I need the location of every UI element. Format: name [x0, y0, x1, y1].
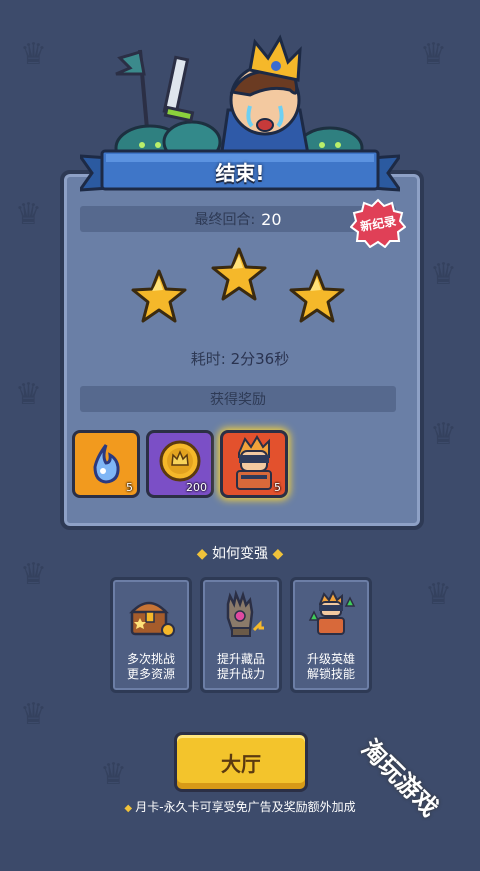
reward-item-hero[interactable]: 5 [220, 430, 288, 498]
tip-challenge-more[interactable]: 多次挑战 更多资源 [110, 577, 192, 693]
reward-count: 200 [186, 481, 207, 494]
crown-pattern-icon: ♛ [15, 197, 42, 232]
new-record-badge: 新纪录 [350, 198, 406, 248]
tip-line: 提升战力 [216, 667, 265, 681]
diamond-icon: ◆ [124, 803, 136, 814]
time-label: 耗时: [190, 350, 226, 368]
tip-upgrade-collection[interactable]: 提升藏品 提升战力 [200, 577, 282, 693]
defeated-king-illustration [114, 34, 364, 165]
result-title: 结束! [215, 160, 265, 185]
tip-upgrade-hero[interactable]: 升级英雄 解锁技能 [290, 577, 372, 693]
crown-pattern-icon: ♛ [20, 697, 47, 732]
tip-line: 解锁技能 [306, 667, 355, 681]
reward-item-soul[interactable]: 5 [72, 430, 140, 498]
star-icon [131, 269, 187, 323]
how-to-strengthen-label: 如何变强 [212, 546, 268, 562]
hero-upgrade-icon [308, 590, 356, 635]
crown-pattern-icon: ♛ [430, 417, 457, 452]
lobby-button[interactable]: 大厅 [174, 732, 308, 792]
rewards-header: 获得奖励 [80, 386, 396, 412]
tip-text: 提升藏品 提升战力 [203, 652, 279, 682]
how-to-strengthen-title: ◆ 如何变强 ◆ [0, 543, 480, 563]
tip-text: 升级英雄 解锁技能 [293, 652, 369, 682]
reward-count: 5 [274, 481, 281, 494]
crown-pattern-icon: ♛ [20, 557, 47, 592]
diamond-icon: ◆ [268, 546, 284, 562]
crown-pattern-icon: ♛ [420, 37, 447, 72]
final-round-label: 最终回合: [194, 212, 256, 228]
reward-item-coin[interactable]: 200 [146, 430, 214, 498]
time-value: 2分36秒 [230, 350, 290, 368]
crown-pattern-icon: ♛ [100, 757, 127, 792]
tip-line: 多次挑战 [126, 652, 175, 666]
new-record-text: 新纪录 [359, 213, 398, 234]
crown-pattern-icon: ♛ [430, 257, 457, 292]
crown-pattern-icon: ♛ [15, 377, 42, 412]
gauntlet-icon [226, 590, 264, 637]
tip-line: 提升藏品 [216, 652, 265, 666]
reward-count: 5 [126, 481, 133, 494]
star-icon [289, 269, 345, 323]
final-round-value: 20 [261, 209, 282, 229]
tip-line: 升级英雄 [306, 652, 355, 666]
title-banner-text-wrap: 结束! [80, 148, 400, 194]
crown-pattern-icon: ♛ [425, 577, 452, 612]
treasure-chest-icon [129, 601, 175, 637]
crown-pattern-icon: ♛ [20, 37, 47, 72]
star-icon [211, 247, 267, 301]
time-row: 耗时: 2分36秒 [60, 348, 420, 369]
rewards-title: 获得奖励 [210, 392, 266, 408]
diamond-icon: ◆ [196, 546, 212, 562]
tip-text: 多次挑战 更多资源 [113, 652, 189, 682]
tip-line: 更多资源 [126, 667, 175, 681]
